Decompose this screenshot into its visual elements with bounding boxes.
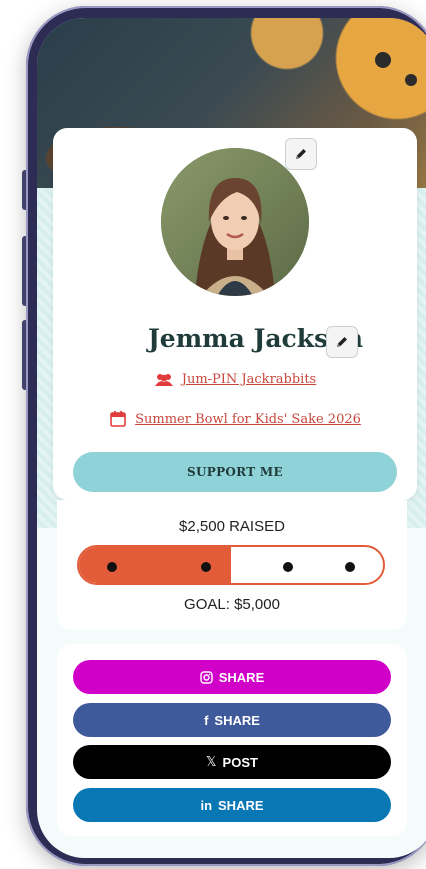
hero-bowling-hole — [375, 52, 391, 68]
x-post-label: POST — [222, 754, 258, 770]
avatar-portrait — [161, 148, 309, 296]
progress-milestone-dot — [345, 562, 355, 572]
event-link-text[interactable]: Summer Bowl for Kids' Sake 2026 — [135, 412, 361, 427]
profile-name: Jemma Jackson — [147, 324, 363, 353]
facebook-share-label: SHARE — [214, 712, 260, 728]
linkedin-icon: in — [200, 797, 213, 813]
calendar-icon — [110, 411, 126, 427]
facebook-share-button[interactable]: f SHARE — [73, 703, 391, 737]
pencil-icon — [337, 337, 347, 347]
share-card: SHARE f SHARE 𝕏 POST in SHARE — [57, 644, 407, 836]
progress-bar — [77, 545, 385, 585]
edit-name-button[interactable] — [326, 326, 358, 358]
avatar — [161, 148, 309, 296]
instagram-icon — [200, 670, 213, 684]
linkedin-share-label: SHARE — [218, 797, 264, 813]
instagram-share-button[interactable]: SHARE — [73, 660, 391, 694]
x-icon: 𝕏 — [206, 754, 217, 770]
x-post-button[interactable]: 𝕏 POST — [73, 745, 391, 779]
goal-amount: GOAL: $5,000 — [184, 596, 280, 613]
instagram-share-label: SHARE — [218, 669, 265, 685]
raised-amount: $2,500 RAISED — [179, 518, 285, 535]
team-link[interactable]: Jum-PIN Jackrabbits — [53, 372, 417, 387]
edit-photo-button[interactable] — [285, 138, 317, 170]
team-link-text[interactable]: Jum-PIN Jackrabbits — [182, 372, 316, 387]
progress-milestone-dot — [107, 562, 117, 572]
team-icon — [154, 373, 173, 386]
facebook-icon: f — [204, 712, 209, 728]
linkedin-share-button[interactable]: in SHARE — [73, 788, 391, 822]
progress-milestone-dot — [201, 562, 211, 572]
progress-milestone-dot — [283, 562, 293, 572]
profile-card: Jemma Jackson Jum-PIN Jackrabbits Summer… — [53, 128, 417, 500]
fundraising-progress-card: $2,500 RAISED GOAL: $5,000 — [57, 500, 407, 630]
support-me-button[interactable]: SUPPORT ME — [73, 452, 397, 492]
event-link[interactable]: Summer Bowl for Kids' Sake 2026 — [53, 410, 417, 428]
pencil-icon — [296, 149, 306, 159]
hero-bowling-hole — [405, 74, 417, 86]
